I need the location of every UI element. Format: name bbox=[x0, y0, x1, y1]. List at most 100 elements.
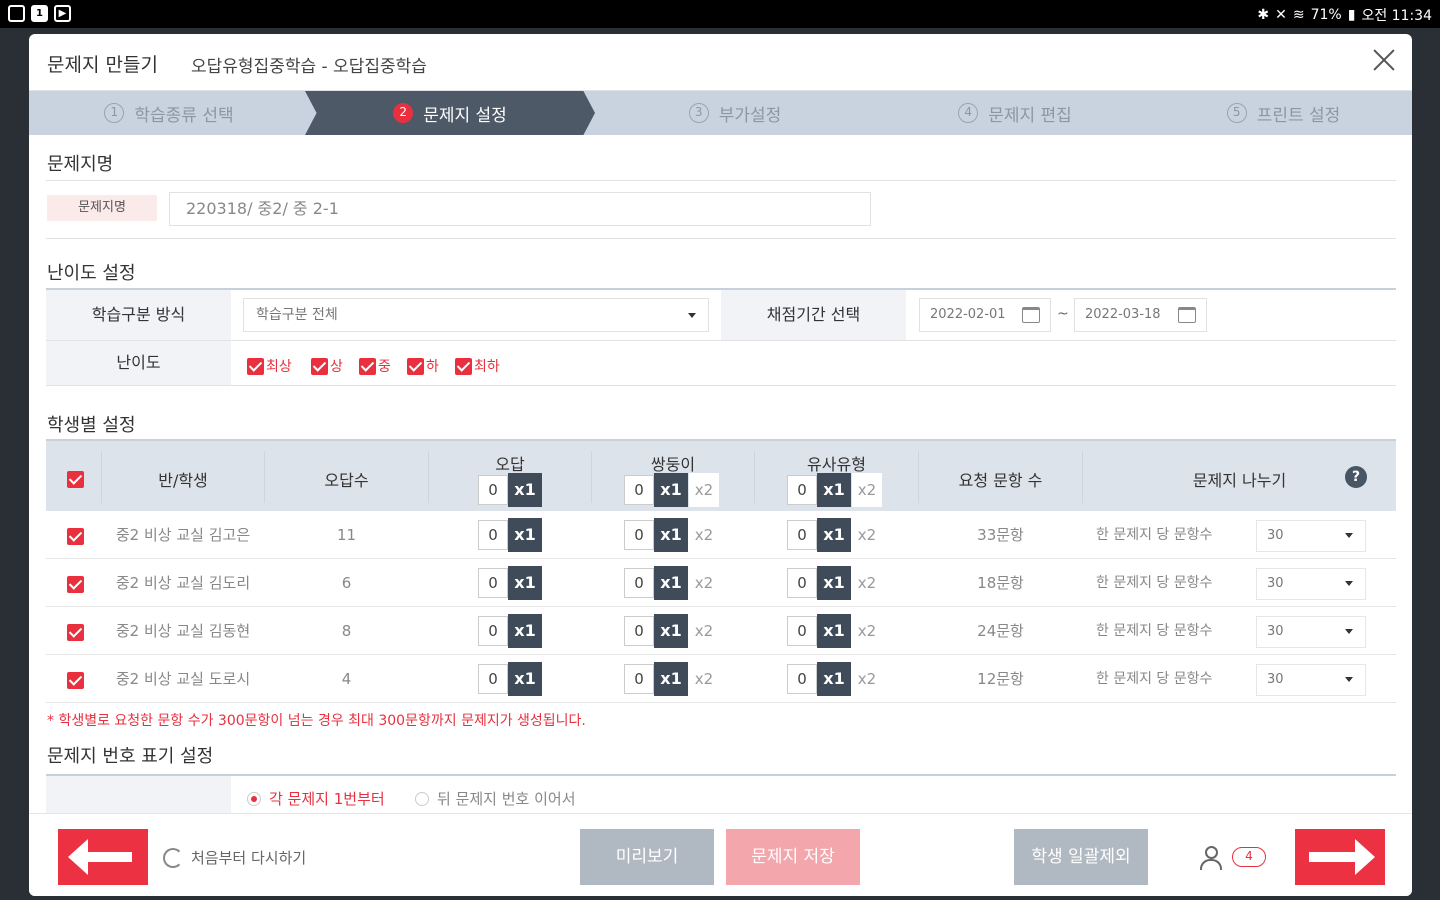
divider bbox=[46, 385, 1396, 386]
wrong-zero-box[interactable]: 0 bbox=[478, 664, 508, 694]
gallery-icon bbox=[8, 5, 25, 22]
similar-x2-button[interactable]: x2 bbox=[852, 518, 882, 552]
chevron-down-icon bbox=[1345, 533, 1353, 538]
twin-x1-button[interactable]: x1 bbox=[654, 662, 688, 696]
divider bbox=[46, 180, 1396, 181]
battery-text: 71% bbox=[1310, 7, 1342, 23]
chevron-down-icon bbox=[1345, 581, 1353, 586]
similar-x2-button[interactable]: x2 bbox=[852, 662, 882, 696]
twin-x1-button[interactable]: x1 bbox=[654, 614, 688, 648]
level-checkbox-high[interactable]: 상 bbox=[311, 356, 343, 376]
wrong-x1-button[interactable]: x1 bbox=[508, 473, 542, 507]
radio-unselected-icon bbox=[415, 791, 429, 806]
radio-continue-numbers[interactable]: 뒤 문제지 번호 이어서 bbox=[415, 788, 576, 809]
twin-x1-button[interactable]: x1 bbox=[654, 566, 688, 600]
twin-x2-button[interactable]: x2 bbox=[689, 473, 719, 507]
twin-zero-box[interactable]: 0 bbox=[624, 616, 654, 646]
row-checkbox[interactable] bbox=[67, 624, 84, 641]
similar-x1-button[interactable]: x1 bbox=[817, 614, 851, 648]
radio-each-from-one[interactable]: 각 문제지 1번부터 bbox=[247, 788, 385, 809]
similar-x2-button[interactable]: x2 bbox=[852, 614, 882, 648]
split-label: 한 문제지 당 문항수 bbox=[1096, 623, 1213, 639]
restart-button[interactable]: 처음부터 다시하기 bbox=[163, 847, 306, 868]
arrow-left-head bbox=[68, 839, 88, 875]
step-3[interactable]: 3 부가설정 bbox=[595, 91, 875, 135]
row-checkbox[interactable] bbox=[67, 576, 84, 593]
notification-icon: 1 bbox=[31, 5, 48, 22]
twin-x2-button[interactable]: x2 bbox=[689, 518, 719, 552]
method-select[interactable]: 학습구분 전체 bbox=[243, 298, 709, 332]
similar-x1-button[interactable]: x1 bbox=[817, 662, 851, 696]
twin-zero-box[interactable]: 0 bbox=[624, 664, 654, 694]
twin-x1-button[interactable]: x1 bbox=[654, 473, 688, 507]
preview-button[interactable]: 미리보기 bbox=[580, 829, 714, 885]
step-4[interactable]: 4 문제지 편집 bbox=[875, 91, 1155, 135]
step-number: 2 bbox=[393, 103, 414, 123]
similar-zero-box[interactable]: 0 bbox=[787, 616, 817, 646]
date-from-input[interactable]: 2022-02-01 bbox=[919, 298, 1051, 332]
status-bar: 1 ▶ ✱ ✕ ≋ 71% ▮ 오전 11:34 bbox=[0, 0, 1440, 28]
similar-x1-button[interactable]: x1 bbox=[817, 566, 851, 600]
arrow-right-icon bbox=[1309, 852, 1357, 862]
wrong-x1-button[interactable]: x1 bbox=[508, 614, 542, 648]
split-select[interactable]: 30 bbox=[1256, 664, 1366, 696]
wrong-zero-box[interactable]: 0 bbox=[478, 568, 508, 598]
table-row: 중2 비상 교실 김도리 6 0 x1 0 x1 x2 0 x1 x2 18문항 한 문제지 당 문항… bbox=[46, 559, 1396, 607]
split-select[interactable]: 30 bbox=[1256, 520, 1366, 552]
level-text: 하 bbox=[426, 359, 439, 375]
level-checkbox-low[interactable]: 하 bbox=[407, 356, 439, 376]
wrong-x1-button[interactable]: x1 bbox=[508, 566, 542, 600]
twin-x2-button[interactable]: x2 bbox=[689, 614, 719, 648]
help-icon[interactable]: ? bbox=[1345, 466, 1367, 488]
similar-zero-box[interactable]: 0 bbox=[787, 520, 817, 550]
twin-zero-box[interactable]: 0 bbox=[624, 520, 654, 550]
split-select[interactable]: 30 bbox=[1256, 568, 1366, 600]
similar-zero-box[interactable]: 0 bbox=[787, 475, 817, 505]
student-name: 중2 비상 교실 김도리 bbox=[115, 574, 251, 592]
select-all-checkbox[interactable] bbox=[67, 471, 84, 488]
save-worksheet-button[interactable]: 문제지 저장 bbox=[726, 829, 860, 885]
row-checkbox[interactable] bbox=[67, 672, 84, 689]
twin-zero-box[interactable]: 0 bbox=[624, 568, 654, 598]
split-value: 30 bbox=[1267, 528, 1284, 543]
checkbox-checked-icon bbox=[407, 357, 424, 375]
next-button[interactable] bbox=[1295, 829, 1385, 885]
wrong-zero-box[interactable]: 0 bbox=[478, 616, 508, 646]
checkbox-checked-icon bbox=[311, 357, 328, 375]
exclude-students-button[interactable]: 학생 일괄제외 bbox=[1014, 829, 1148, 885]
date-to-input[interactable]: 2022-03-18 bbox=[1074, 298, 1207, 332]
similar-zero-box[interactable]: 0 bbox=[787, 568, 817, 598]
step-1[interactable]: 1 학습종류 선택 bbox=[29, 91, 309, 135]
wrong-x1-button[interactable]: x1 bbox=[508, 518, 542, 552]
row-checkbox[interactable] bbox=[67, 528, 84, 545]
level-label: 난이도 bbox=[46, 341, 231, 385]
divider bbox=[46, 238, 1396, 239]
twin-x2-button[interactable]: x2 bbox=[689, 566, 719, 600]
prev-button[interactable] bbox=[58, 829, 148, 885]
divider bbox=[46, 774, 1396, 776]
level-checkbox-mid[interactable]: 중 bbox=[359, 356, 391, 376]
similar-x1-button[interactable]: x1 bbox=[817, 518, 851, 552]
level-checkbox-top[interactable]: 최상 bbox=[247, 356, 292, 376]
battery-icon: ▮ bbox=[1347, 7, 1356, 23]
similar-x1-button[interactable]: x1 bbox=[817, 473, 851, 507]
twin-zero-box[interactable]: 0 bbox=[624, 475, 654, 505]
twin-x2-button[interactable]: x2 bbox=[689, 662, 719, 696]
wrong-zero-box[interactable]: 0 bbox=[478, 475, 508, 505]
similar-x2-button[interactable]: x2 bbox=[852, 473, 882, 507]
worksheet-name-input[interactable]: 220318/ 중2/ 중 2-1 bbox=[169, 192, 871, 226]
level-checkbox-lowest[interactable]: 최하 bbox=[455, 356, 500, 376]
date-separator: ~ bbox=[1057, 306, 1069, 322]
table-row: 중2 비상 교실 김고은 11 0 x1 0 x1 x2 0 x1 x2 33문항 한 문제지 당 문… bbox=[46, 511, 1396, 559]
similar-x2-button[interactable]: x2 bbox=[852, 566, 882, 600]
wrong-zero-box[interactable]: 0 bbox=[478, 520, 508, 550]
requested-count: 24문항 bbox=[977, 622, 1024, 640]
step-5[interactable]: 5 프린트 설정 bbox=[1155, 91, 1412, 135]
similar-zero-box[interactable]: 0 bbox=[787, 664, 817, 694]
step-2[interactable]: 2 문제지 설정 bbox=[305, 91, 595, 135]
chevron-down-icon bbox=[1345, 677, 1353, 682]
close-icon[interactable] bbox=[1370, 46, 1398, 74]
wrong-x1-button[interactable]: x1 bbox=[508, 662, 542, 696]
split-select[interactable]: 30 bbox=[1256, 616, 1366, 648]
twin-x1-button[interactable]: x1 bbox=[654, 518, 688, 552]
